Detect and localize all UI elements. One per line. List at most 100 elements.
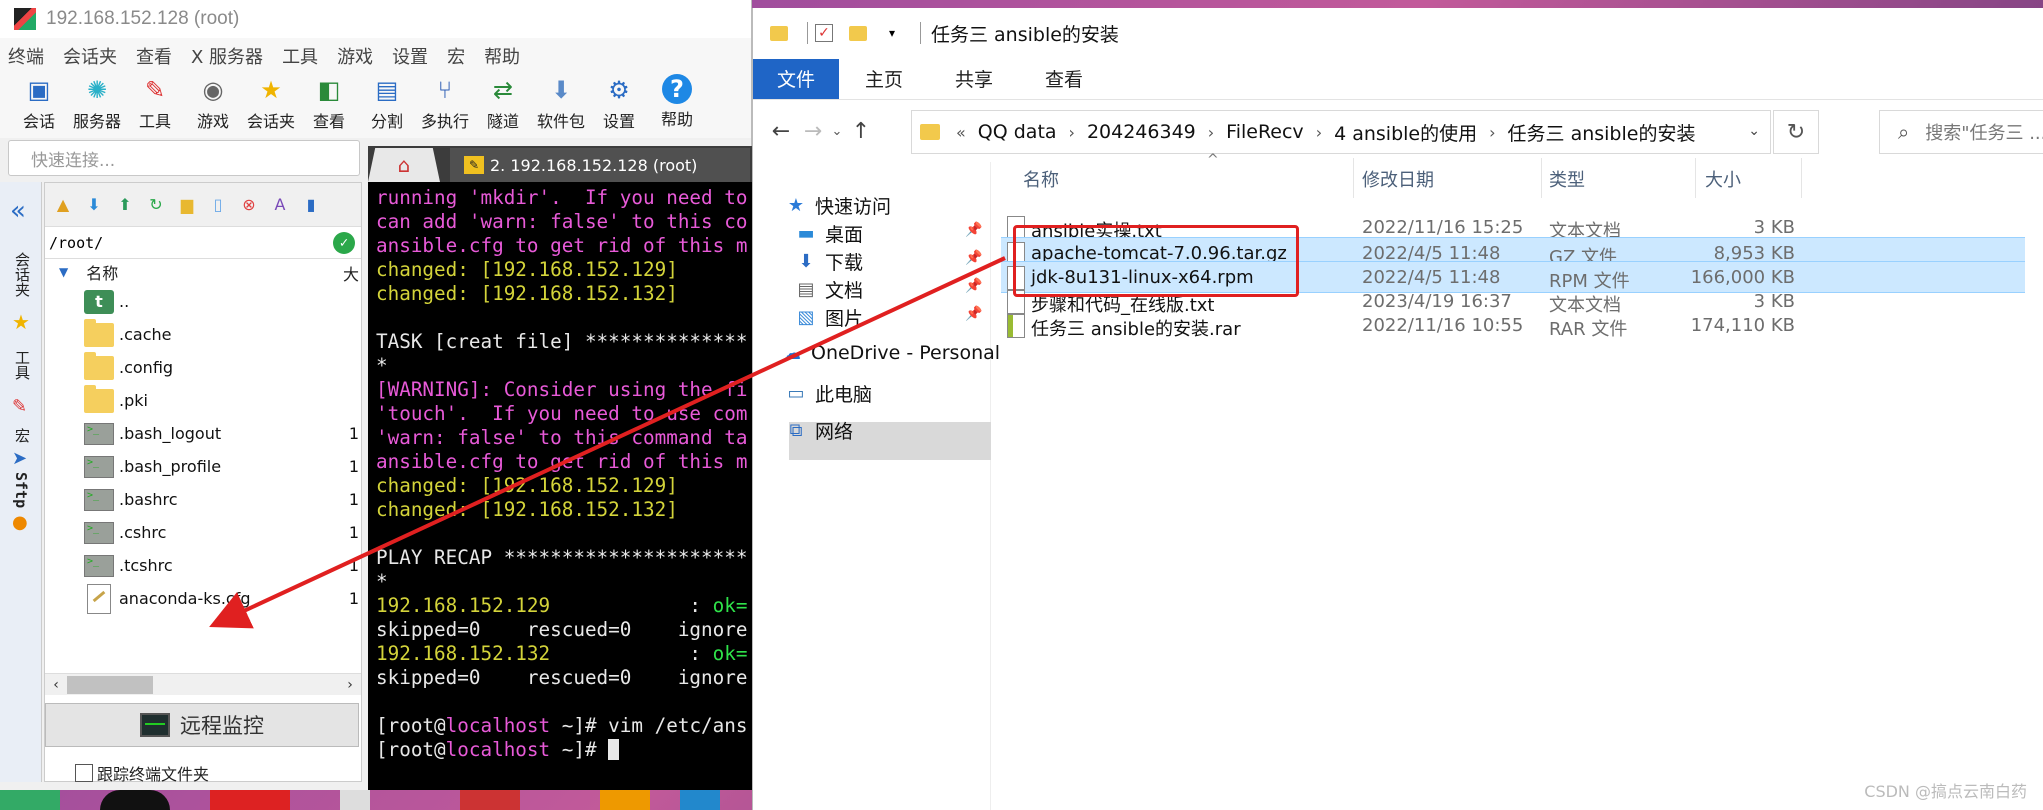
nav-item[interactable]: ⧉ 网络 [785, 417, 853, 444]
search-input[interactable]: ⌕ 搜索"任务三 ... [1879, 110, 2043, 154]
properties-icon[interactable]: ▮ [299, 193, 323, 217]
file-row[interactable]: 任务三 ansible的安装.rar 2022/11/16 10:55 RAR 文件… [1001, 310, 2025, 342]
terminal-output[interactable]: running 'mkdir'. If you need to can add '… [368, 182, 752, 790]
ribbon-tab-home[interactable]: 主页 [839, 59, 929, 99]
menu-item[interactable]: X 服务器 [191, 43, 263, 69]
col-divider[interactable] [1541, 158, 1542, 198]
follow-terminal-checkbox[interactable] [75, 764, 93, 782]
sftp-file-row[interactable]: .config [45, 351, 361, 384]
address-bar[interactable]: « QQ data › 204246349 › FileRecv › 4 ansible的使… [911, 110, 1771, 154]
toolbar-button-tools[interactable]: ✎ 工具 [126, 74, 184, 132]
toolbar-button-help[interactable]: ? 帮助 [648, 74, 706, 130]
sftp-horizontal-scrollbar[interactable]: ‹ › [45, 673, 361, 695]
toolbar-button-multi-exec[interactable]: ⑂ 多执行 [416, 74, 474, 132]
menu-item[interactable]: 设置 [392, 43, 428, 69]
toolbar-button-split[interactable]: ▤ 分割 [358, 74, 416, 132]
menu-item[interactable]: 宏 [447, 43, 465, 69]
sftp-file-row[interactable]: >_ .cshrc 1 [45, 516, 361, 549]
breadcrumb-overflow[interactable]: « [956, 123, 966, 142]
forward-arrow-icon[interactable]: → [797, 119, 829, 144]
refresh-icon[interactable]: ↻ [144, 193, 168, 217]
sftp-col-size[interactable]: 大 [343, 261, 359, 285]
sftp-path-field[interactable]: /root/ ✓ [45, 227, 361, 259]
explorer-titlebar[interactable]: ✓ ▾ 任务三 ansible的安装 [753, 8, 2043, 58]
menu-item[interactable]: 工具 [282, 43, 318, 69]
new-folder-icon[interactable]: ▆ [175, 193, 199, 217]
delete-icon[interactable]: ⊗ [237, 193, 261, 217]
sftp-file-row[interactable]: >_ .tcshrc 1 [45, 549, 361, 582]
recent-dropdown-icon[interactable]: ⌄ [829, 124, 845, 139]
breadcrumb-item[interactable]: 任务三 ansible的安装 [1508, 119, 1696, 146]
col-header-date[interactable]: 修改日期 [1362, 166, 1434, 192]
toolbar-button-server[interactable]: ✺ 服务器 [68, 74, 126, 132]
customize-dropdown-icon[interactable]: ▾ [882, 23, 902, 43]
new-folder-icon[interactable] [848, 23, 868, 43]
nav-item[interactable]: ▧ 图片 [795, 304, 863, 331]
nav-item[interactable]: ☁ OneDrive - Personal [781, 342, 1000, 364]
toolbar-button-star[interactable]: ★ 会话夹 [242, 74, 300, 132]
breadcrumb-item[interactable]: FileRecv [1226, 121, 1304, 143]
toolbar-button-gamepad[interactable]: ◉ 游戏 [184, 74, 242, 132]
side-tab-sftp[interactable]: Sftp [12, 472, 30, 508]
sftp-col-name[interactable]: 名称 [86, 260, 118, 284]
pin-icon[interactable]: 📌 [965, 306, 982, 322]
breadcrumb-chevron-icon[interactable]: › [1069, 123, 1075, 142]
scroll-thumb[interactable] [67, 675, 153, 694]
side-tab-tools[interactable]: 工具 [12, 350, 33, 380]
nav-item[interactable]: ▤ 文档 [795, 276, 863, 303]
side-tab-sessions[interactable]: 会话夹 [12, 252, 33, 297]
download-icon[interactable]: ⬇ [82, 193, 106, 217]
breadcrumb-item[interactable]: 4 ansible的使用 [1334, 119, 1477, 146]
col-divider[interactable] [1801, 158, 1802, 198]
pin-icon[interactable]: 📌 [965, 222, 982, 238]
pin-icon[interactable]: 📌 [965, 250, 982, 266]
breadcrumb-chevron-icon[interactable]: › [1208, 123, 1214, 142]
rename-icon[interactable]: A [268, 193, 292, 217]
properties-check-icon[interactable]: ✓ [814, 23, 834, 43]
sftp-file-row[interactable]: t.. [45, 285, 361, 318]
home-tab[interactable]: ⌂ [368, 148, 440, 182]
breadcrumb-chevron-icon[interactable]: › [1316, 123, 1322, 142]
nav-item[interactable]: ⬇ 下载 [795, 248, 863, 275]
breadcrumb-item[interactable]: QQ data [978, 121, 1057, 143]
scroll-right-icon[interactable]: › [339, 677, 361, 693]
upload-folder-icon[interactable]: ▲ [51, 193, 75, 217]
toolbar-button-session[interactable]: ▣ 会话 [10, 74, 68, 132]
sftp-file-row[interactable]: .cache [45, 318, 361, 351]
sftp-file-row[interactable]: >_ .bash_profile 1 [45, 450, 361, 483]
quick-connect-input[interactable]: 快速连接... [8, 140, 360, 176]
nav-item[interactable]: ▬ 桌面 [795, 220, 863, 247]
menu-item[interactable]: 帮助 [484, 43, 520, 69]
new-file-icon[interactable]: ▯ [206, 193, 230, 217]
up-arrow-icon[interactable]: ↑ [845, 119, 877, 144]
address-dropdown-icon[interactable]: ⌄ [1748, 123, 1760, 139]
session-tab[interactable]: ✎ 2. 192.168.152.128 (root) [450, 148, 750, 182]
back-arrow-icon[interactable]: ← [765, 119, 797, 144]
follow-terminal-option[interactable]: 跟踪终端文件夹 [75, 761, 209, 785]
nav-item[interactable]: ▭ 此电脑 [785, 380, 872, 407]
col-divider[interactable] [1695, 158, 1696, 198]
col-header-type[interactable]: 类型 [1549, 166, 1585, 192]
sftp-file-row[interactable]: >_ .bash_logout 1 [45, 417, 361, 450]
menu-item[interactable]: 终端 [8, 43, 44, 69]
menu-item[interactable]: 查看 [136, 43, 172, 69]
menu-item[interactable]: 游戏 [337, 43, 373, 69]
breadcrumb-chevron-icon[interactable]: › [1489, 123, 1495, 142]
col-header-name[interactable]: 名称 [1023, 166, 1059, 192]
path-go-icon[interactable]: ✓ [333, 232, 355, 254]
menu-item[interactable]: 会话夹 [63, 43, 117, 69]
scroll-left-icon[interactable]: ‹ [45, 677, 67, 693]
refresh-button[interactable]: ↻ [1773, 110, 1819, 154]
sftp-file-row[interactable]: anaconda-ks.cfg 1 [45, 582, 361, 615]
remote-monitor-button[interactable]: 远程监控 [45, 703, 359, 747]
toolbar-button-view[interactable]: ◧ 查看 [300, 74, 358, 132]
pin-icon[interactable]: 📌 [965, 278, 982, 294]
ribbon-tab-file[interactable]: 文件 [753, 58, 840, 99]
toolbar-button-settings[interactable]: ⚙ 设置 [590, 74, 648, 132]
ribbon-tab-share[interactable]: 共享 [929, 59, 1019, 99]
collapse-chevron-icon[interactable]: « [10, 196, 26, 226]
xshell-titlebar[interactable]: 192.168.152.128 (root) [0, 0, 751, 38]
col-header-size[interactable]: 大小 [1705, 166, 1741, 192]
ribbon-tab-view[interactable]: 查看 [1019, 59, 1109, 99]
upload-icon[interactable]: ⬆ [113, 193, 137, 217]
